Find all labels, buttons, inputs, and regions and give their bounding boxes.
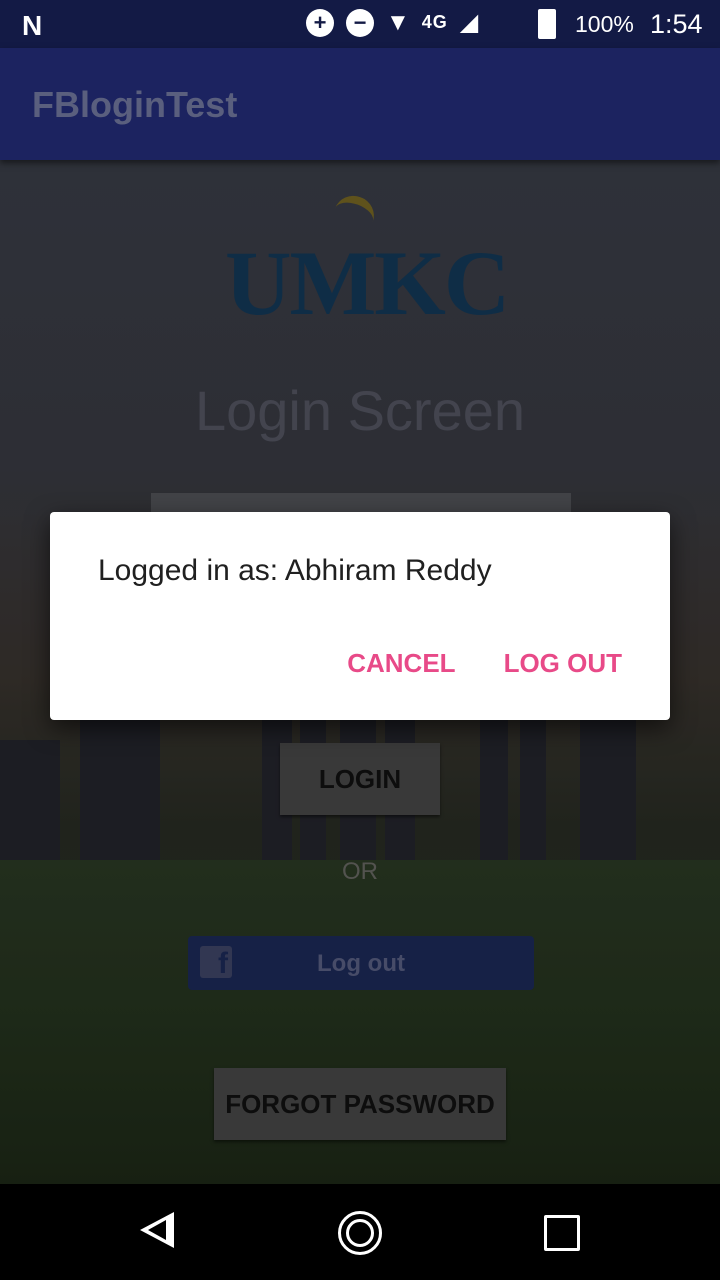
notification-n-icon: N [22,10,43,41]
cancel-button[interactable]: CANCEL [347,648,455,679]
status-bar: N + − ▼ 4G ◢ 100% 1:54 [0,0,720,48]
dialog-message: Logged in as: Abhiram Reddy [98,554,492,587]
navigation-bar [0,1184,720,1280]
dialog-actions: CANCEL LOG OUT [347,648,622,679]
logged-in-dialog: Logged in as: Abhiram Reddy CANCEL LOG O… [50,512,670,720]
status-icons: + − ▼ 4G ◢ [306,8,478,37]
signal-icon: ◢ [459,9,479,36]
wifi-icon: ▼ [386,8,410,36]
do-not-disturb-icon: − [346,8,374,37]
home-icon[interactable] [338,1211,382,1255]
data-saver-icon: + [306,8,334,37]
log-out-button[interactable]: LOG OUT [504,648,622,679]
battery-percent: 100% [575,11,634,37]
app-bar: FBloginTest [0,48,720,160]
battery-icon [538,9,556,39]
network-type: 4G [421,12,448,32]
back-icon[interactable] [140,1212,174,1248]
clock: 1:54 [650,9,703,39]
app-title: FBloginTest [32,84,238,125]
recents-icon[interactable] [544,1215,580,1251]
